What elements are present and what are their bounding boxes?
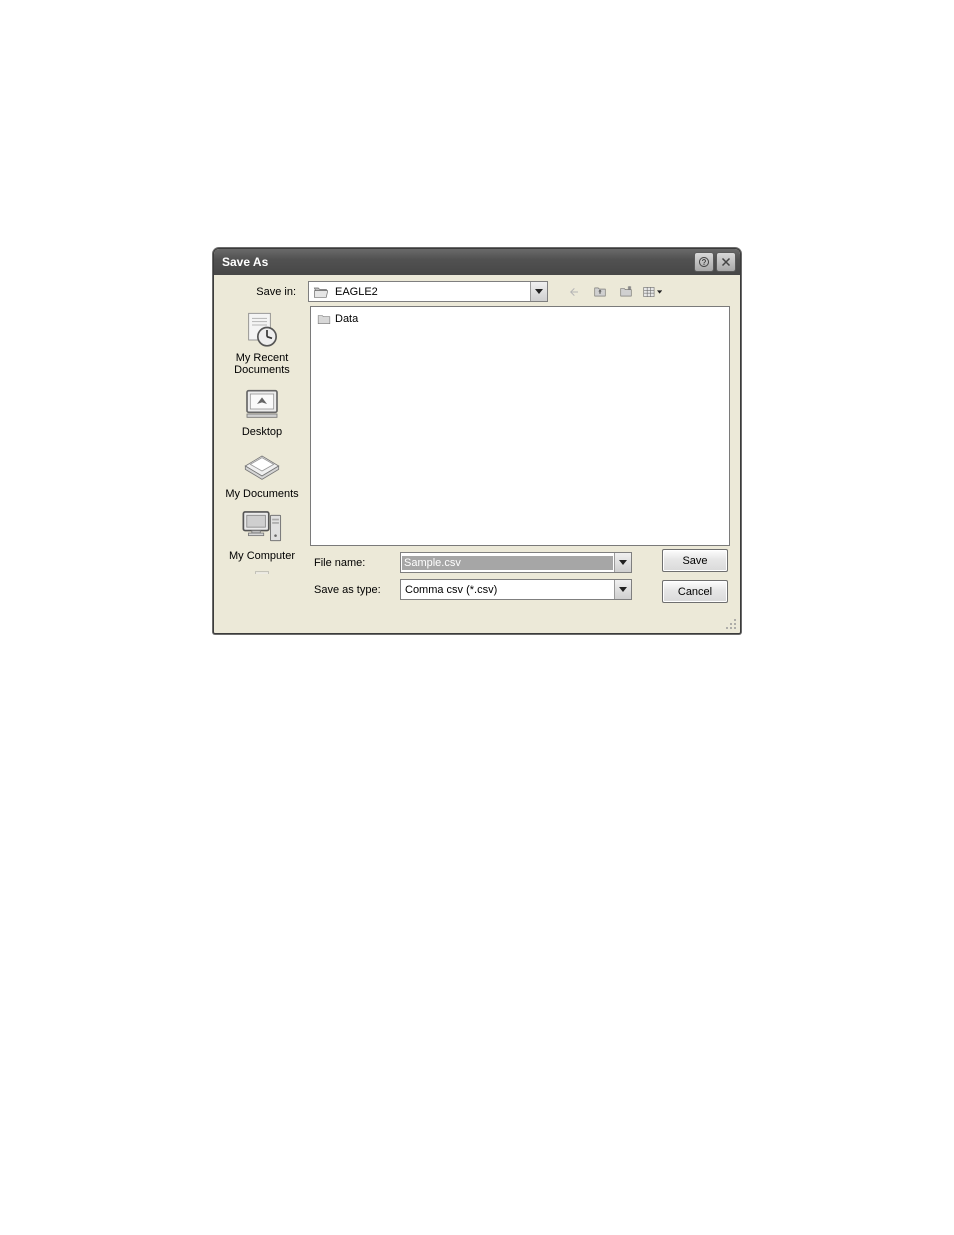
views-icon	[642, 285, 656, 299]
folder-open-icon	[313, 285, 329, 299]
cancel-button-label: Cancel	[678, 586, 712, 598]
save-as-dialog: Save As Save in: EAGLE2	[213, 248, 741, 634]
close-button[interactable]	[716, 252, 736, 272]
save-in-label: Save in:	[224, 286, 302, 298]
resize-grip-icon	[724, 617, 738, 631]
file-item[interactable]: Data	[317, 311, 723, 327]
save-as-type-label: Save as type:	[314, 584, 392, 596]
help-icon	[698, 256, 710, 268]
chevron-down-icon	[619, 560, 627, 565]
file-name-value[interactable]: Sample.csv	[402, 556, 613, 570]
titlebar[interactable]: Save As	[214, 249, 740, 275]
close-icon	[720, 256, 732, 268]
resize-grip[interactable]	[724, 617, 738, 631]
places-desktop-label: Desktop	[220, 426, 304, 438]
recent-documents-icon	[240, 310, 284, 350]
dialog-body: My Recent Documents Desktop	[214, 306, 740, 546]
places-more[interactable]	[220, 568, 304, 574]
top-row: Save in: EAGLE2	[214, 275, 740, 306]
places-computer-label: My Computer	[220, 550, 304, 562]
places-documents[interactable]: My Documents	[220, 444, 304, 504]
file-name-dropdown[interactable]	[614, 553, 631, 572]
places-desktop[interactable]: Desktop	[220, 382, 304, 442]
file-name-label: File name:	[314, 557, 392, 569]
save-as-type-value: Comma csv (*.csv)	[401, 584, 614, 596]
chevron-down-icon	[657, 290, 662, 294]
button-column: Save Cancel	[662, 549, 728, 603]
save-in-dropdown[interactable]	[530, 282, 547, 301]
file-name-combo[interactable]: Sample.csv	[400, 552, 632, 573]
up-one-level-button[interactable]	[590, 282, 610, 302]
places-recent-label: My Recent Documents	[220, 352, 304, 376]
file-list[interactable]: Data	[310, 306, 730, 546]
chevron-down-icon	[619, 587, 627, 592]
save-button-label: Save	[682, 555, 707, 567]
views-menu-button[interactable]	[642, 282, 662, 302]
back-button[interactable]	[564, 282, 584, 302]
save-in-value: EAGLE2	[333, 286, 530, 298]
places-recent[interactable]: My Recent Documents	[220, 308, 304, 380]
help-button[interactable]	[694, 252, 714, 272]
save-as-type-combo[interactable]: Comma csv (*.csv)	[400, 579, 632, 600]
save-button[interactable]: Save	[662, 549, 728, 572]
desktop-icon	[240, 384, 284, 424]
documents-icon	[240, 446, 284, 486]
folder-icon	[317, 313, 331, 325]
folder-up-icon	[592, 285, 608, 299]
dialog-title: Save As	[222, 255, 692, 269]
cancel-button[interactable]: Cancel	[662, 580, 728, 603]
places-bar: My Recent Documents Desktop	[218, 306, 306, 546]
places-computer[interactable]: My Computer	[220, 506, 304, 566]
folder-new-icon	[618, 285, 634, 299]
places-documents-label: My Documents	[220, 488, 304, 500]
arrow-left-icon	[567, 286, 581, 298]
computer-icon	[240, 508, 284, 548]
network-icon	[240, 570, 284, 574]
save-in-combo[interactable]: EAGLE2	[308, 281, 548, 302]
new-folder-button[interactable]	[616, 282, 636, 302]
save-as-type-dropdown[interactable]	[614, 580, 631, 599]
chevron-down-icon	[535, 289, 543, 294]
file-item-label: Data	[335, 313, 358, 325]
nav-toolbar	[564, 282, 662, 302]
